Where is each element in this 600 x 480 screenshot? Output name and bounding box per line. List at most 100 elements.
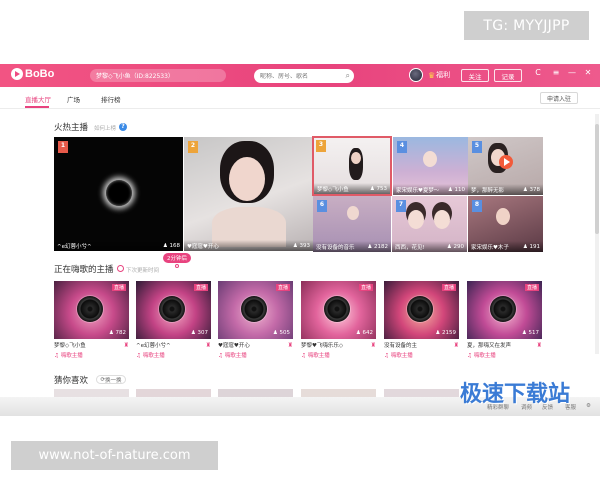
tile-caption: 家宋娱乐♥夏梦～ ♟ 110	[393, 184, 468, 195]
singer-card-2[interactable]: 直播 ♟ 307	[136, 281, 211, 339]
portrait-face	[347, 206, 359, 220]
singer-name-5: 没有设备的主 ♜	[384, 341, 459, 350]
singer-name-4: 梦黎♥飞嗨乐乐◇ ♜	[301, 341, 376, 350]
viewer-count: ♟ 517	[521, 330, 539, 336]
vip-welfare[interactable]: ♛ 福利	[428, 70, 450, 80]
portrait-face	[496, 208, 510, 225]
anchor-name: 家宋娱乐♥木子	[471, 244, 509, 251]
anchor-name: 梦，那醉无影	[471, 187, 505, 194]
singer-link-5[interactable]: ♫ 嗨歌主播	[384, 351, 413, 359]
viewer-count: ♟ 505	[272, 330, 290, 336]
singer-name-3: ♥寇寇♥开心 ♜	[218, 341, 293, 350]
search-icon[interactable]: ⌕	[346, 71, 350, 81]
singing-section-title: 正在嗨歌的主播	[54, 265, 114, 275]
scrollbar[interactable]	[595, 114, 599, 354]
viewer-count: ♟ 110	[447, 186, 465, 193]
hot-tile-3[interactable]: 3 梦黎◇飞小鱼 ♟ 753	[312, 136, 392, 196]
gift-bag-icon[interactable]: ♜	[124, 342, 129, 349]
singer-name-6: 夏，那嗨又在发声 ♜	[467, 341, 542, 350]
minimize-icon[interactable]: —	[567, 68, 577, 77]
singer-card-5[interactable]: 直播 ♟ 2159	[384, 281, 459, 339]
close-icon[interactable]: ✕	[583, 68, 593, 77]
anchor-name: ♥寇寇♥开心	[187, 243, 219, 250]
tab-ranking[interactable]: 排行榜	[101, 94, 121, 104]
guess-card-5[interactable]	[384, 389, 459, 397]
hot-tile-5[interactable]: 5 梦，那醉无影 ♟ 378	[468, 137, 543, 195]
singer-card-1[interactable]: 直播 ♟ 782	[54, 281, 129, 339]
singer-name-1: 梦黎◇飞小鱼 ♜	[54, 341, 129, 350]
guess-card-4[interactable]	[301, 389, 376, 397]
tile-caption: 梦，那醉无影 ♟ 378	[468, 184, 543, 195]
app-window: BoBo 梦黎◇飞小鱼（ID:822533） ⌕ ♛ 福利 关注 记录 C ≡ …	[0, 64, 600, 416]
guess-card-2[interactable]	[136, 389, 211, 397]
help-icon[interactable]: ?	[119, 123, 127, 131]
guess-card-3[interactable]	[218, 389, 293, 397]
gift-bag-icon[interactable]: ♜	[288, 342, 293, 349]
singer-link-4[interactable]: ♫ 嗨歌主播	[301, 351, 330, 359]
gift-bag-icon[interactable]: ♜	[537, 342, 542, 349]
gift-bag-icon[interactable]: ♜	[206, 342, 211, 349]
hot-tile-1[interactable]: 1 ^e幻蓉小兮^ ♟ 168	[54, 137, 183, 251]
rank-badge: 4	[397, 141, 407, 153]
album-disc-icon	[241, 296, 267, 322]
scrollbar-thumb[interactable]	[595, 124, 599, 234]
anchor-name: ^e幻蓉小兮^	[57, 243, 92, 250]
singer-link-2[interactable]: ♫ 嗨歌主播	[136, 351, 165, 359]
clock-icon	[117, 265, 124, 272]
viewer-count: ♟ 290	[446, 243, 464, 250]
timer-dot-icon	[175, 264, 179, 268]
tab-square[interactable]: 广场	[67, 94, 80, 104]
viewer-count: ♟ 2182	[367, 243, 388, 250]
hot-tile-2[interactable]: 2 ♥寇寇♥开心 ♟ 393	[184, 137, 313, 251]
hot-tile-4[interactable]: 4 家宋娱乐♥夏梦～ ♟ 110	[393, 137, 468, 195]
hot-tile-8[interactable]: 8 家宋娱乐♥木子 ♟ 191	[468, 196, 543, 252]
tile-caption: 梦黎◇飞小鱼 ♟ 753	[314, 183, 390, 194]
album-disc-icon	[490, 296, 516, 322]
singer-link-6[interactable]: ♫ 嗨歌主播	[467, 351, 496, 359]
album-disc-icon	[77, 296, 103, 322]
live-badge: 直播	[524, 284, 539, 291]
watermark-bottom-left: www.not-of-nature.com	[11, 441, 218, 470]
singer-link-3[interactable]: ♫ 嗨歌主播	[218, 351, 247, 359]
portrait-face	[423, 151, 437, 167]
live-badge: 直播	[275, 284, 290, 291]
settings-icon[interactable]: ⚙	[586, 403, 591, 409]
apply-button[interactable]: 申请入驻	[540, 92, 578, 104]
avatar[interactable]	[409, 68, 423, 82]
tab-hall[interactable]: 直播大厅	[25, 94, 51, 104]
album-disc-icon	[407, 296, 433, 322]
portrait-face	[351, 152, 361, 164]
live-badge: 直播	[111, 284, 126, 291]
refresh-button[interactable]: ⟳ 换一换	[96, 375, 126, 384]
viewer-count: ♟ 782	[108, 330, 126, 336]
brand-watermark: 极速下载站	[460, 382, 571, 407]
hot-section-subtitle[interactable]: 如何上榜	[94, 124, 116, 132]
album-disc-icon	[324, 296, 350, 322]
anchor-name: 家宋娱乐♥夏梦～	[396, 187, 440, 194]
play-bubble-icon	[11, 68, 23, 80]
viewer-count: ♟ 642	[355, 330, 373, 336]
singer-link-1[interactable]: ♫ 嗨歌主播	[54, 351, 83, 359]
search-box[interactable]: ⌕	[254, 69, 354, 83]
rank-badge: 5	[472, 141, 482, 153]
singer-card-4[interactable]: 直播 ♟ 642	[301, 281, 376, 339]
menu-icon[interactable]: ≡	[551, 68, 561, 77]
singer-card-6[interactable]: 直播 ♟ 517	[467, 281, 542, 339]
portrait-face	[434, 210, 450, 229]
live-badge: 直播	[193, 284, 208, 291]
singer-name-2: ^e幻蓉小兮^ ♜	[136, 341, 211, 350]
refresh-icon[interactable]: C	[533, 68, 543, 77]
gift-bag-icon[interactable]: ♜	[371, 342, 376, 349]
hot-tile-6[interactable]: 6 没有设备的音乐 ♟ 2182	[313, 196, 391, 252]
gift-bag-icon[interactable]: ♜	[454, 342, 459, 349]
singer-card-3[interactable]: 直播 ♟ 505	[218, 281, 293, 339]
record-button[interactable]: 记录	[494, 69, 522, 82]
play-icon[interactable]	[499, 155, 513, 169]
hot-tile-7[interactable]: 7 西西，花见! ♟ 290	[392, 196, 467, 252]
room-info[interactable]: 梦黎◇飞小鱼（ID:822533）	[90, 69, 226, 82]
follow-button[interactable]: 关注	[461, 69, 489, 82]
search-input[interactable]	[260, 72, 340, 80]
guess-card-1[interactable]	[54, 389, 129, 397]
viewer-count: ♟ 191	[522, 243, 540, 250]
rank-badge: 7	[396, 200, 406, 212]
